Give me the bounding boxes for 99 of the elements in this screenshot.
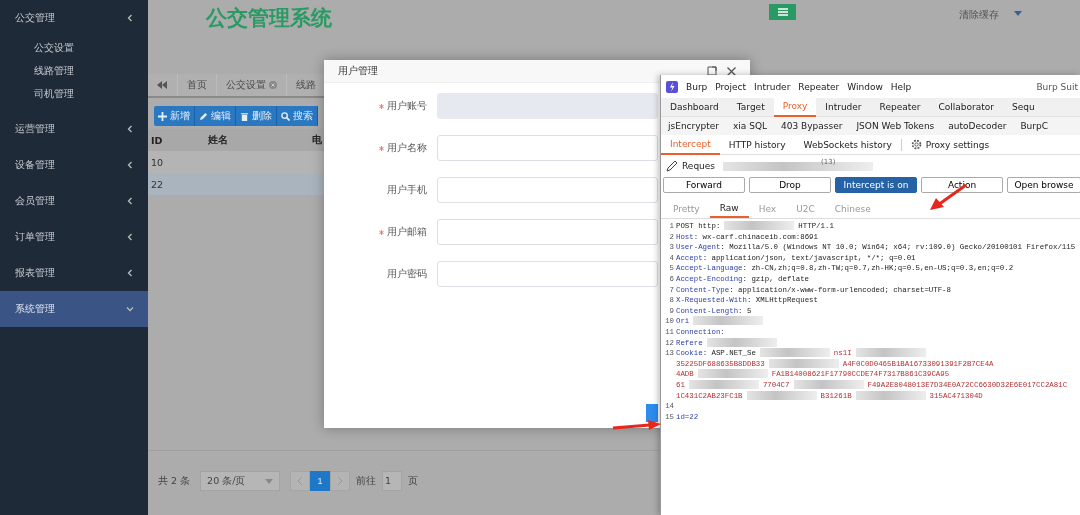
proxy-settings-button[interactable]: Proxy settings xyxy=(901,135,999,154)
extension-tab[interactable]: 403 Bypasser xyxy=(774,117,850,135)
window-title: Burp Suit xyxy=(1036,81,1078,92)
input-field[interactable] xyxy=(437,219,658,245)
caret-icon[interactable] xyxy=(1014,11,1022,16)
redacted-region xyxy=(855,348,926,358)
redacted-region xyxy=(759,348,830,358)
tool-tab[interactable]: Target xyxy=(727,98,774,116)
chevron-right-icon xyxy=(337,476,344,486)
extension-tab[interactable]: JSON Web Tokens xyxy=(849,117,942,135)
menu-item[interactable]: Help xyxy=(890,81,912,92)
redacted-region xyxy=(724,221,795,230)
dialog-title: 用户管理 xyxy=(338,64,379,78)
intercept-button[interactable]: Forward xyxy=(663,177,745,193)
intercept-button[interactable]: Drop xyxy=(749,177,831,193)
tool-tab[interactable]: Collaborator xyxy=(929,98,1003,116)
sub-tab[interactable]: Intercept xyxy=(661,134,720,155)
pencil-icon xyxy=(666,160,678,172)
sub-tab[interactable]: HTTP history xyxy=(719,135,795,154)
redacted-region xyxy=(746,390,817,400)
field-label: 用户名称 xyxy=(387,141,427,155)
maximize-icon[interactable] xyxy=(707,66,717,76)
field-label: 用户账号 xyxy=(387,99,427,113)
field-label: 用户邮箱 xyxy=(387,225,427,239)
lightning-icon xyxy=(666,80,678,93)
page-tab[interactable]: 首页 xyxy=(177,74,216,96)
goto-label: 前往 xyxy=(356,474,377,488)
app-title: 公交管理系统 xyxy=(206,5,332,32)
input-field[interactable] xyxy=(437,177,658,203)
redacted-region xyxy=(688,379,759,389)
input-field[interactable] xyxy=(437,261,658,287)
editor-tab[interactable]: Raw xyxy=(709,200,749,218)
page-size-select[interactable]: 20 条/页 xyxy=(200,471,281,491)
annotation-arrow xyxy=(612,420,662,432)
menu-item[interactable]: Intruder xyxy=(754,81,791,92)
extension-tab[interactable]: BurpC xyxy=(1013,117,1055,135)
tool-tab[interactable]: Proxy xyxy=(773,97,817,117)
page-tab[interactable]: 公交设置 xyxy=(216,74,286,96)
sidebar-item[interactable]: 设备管理 xyxy=(0,147,148,183)
extension-tab[interactable]: jsEncrypter xyxy=(661,117,727,135)
redacted-region xyxy=(697,369,768,379)
total-count: 共 2 条 xyxy=(158,474,191,488)
sidebar-item[interactable]: 系统管理 xyxy=(0,291,148,327)
next-page-button[interactable] xyxy=(330,471,351,491)
toolbar-button[interactable]: 搜索 xyxy=(277,106,318,126)
sidebar-subitem[interactable]: 公交设置 xyxy=(0,36,148,59)
extension-tab[interactable]: autoDecoder xyxy=(941,117,1014,135)
menu-item[interactable]: Window xyxy=(847,81,883,92)
field-label: 用户手机 xyxy=(387,183,427,197)
table-cell: 10 xyxy=(151,156,164,168)
column-header: 电 xyxy=(312,133,322,147)
redacted-region xyxy=(693,316,764,326)
tool-tab[interactable]: Repeater xyxy=(870,98,930,116)
redacted-region xyxy=(793,379,864,389)
page-number[interactable]: 1 xyxy=(310,471,331,491)
column-header: 姓名 xyxy=(208,133,229,147)
sub-tab[interactable]: WebSockets history xyxy=(794,135,901,154)
menu-item[interactable]: Repeater xyxy=(798,81,840,92)
tool-tab[interactable]: Intruder xyxy=(816,98,871,116)
redacted-region xyxy=(855,390,926,400)
toolbar-button[interactable]: 编辑 xyxy=(195,106,236,126)
previous-page-button[interactable] xyxy=(290,471,311,491)
table-cell: 22 xyxy=(151,178,164,190)
sidebar-item[interactable]: 公交管理 xyxy=(0,0,148,36)
redacted-region xyxy=(706,337,777,347)
sidebar-item[interactable]: 报表管理 xyxy=(0,255,148,291)
page-input[interactable]: 1 xyxy=(382,471,403,491)
tool-tab[interactable]: Dashboard xyxy=(661,98,728,116)
sidebar-subitem[interactable]: 线路管理 xyxy=(0,59,148,82)
trash-icon xyxy=(240,111,249,121)
settings-icon xyxy=(910,139,922,150)
sidebar-item[interactable]: 订单管理 xyxy=(0,219,148,255)
page-suffix: 页 xyxy=(408,474,419,488)
column-header: ID xyxy=(151,134,164,146)
input-field[interactable] xyxy=(437,135,658,161)
chevron-left-icon xyxy=(297,476,304,486)
sidebar-item[interactable]: 会员管理 xyxy=(0,183,148,219)
redacted-region xyxy=(768,358,839,368)
intercept-button[interactable]: Intercept is on xyxy=(835,177,917,193)
toolbar-button[interactable]: 新增 xyxy=(154,106,195,126)
menu-item[interactable]: Project xyxy=(715,81,747,92)
submit-button[interactable] xyxy=(646,404,658,422)
field-label: 用户密码 xyxy=(387,267,427,281)
menu-item[interactable]: Burp xyxy=(686,81,708,92)
rewind-icon[interactable] xyxy=(157,81,167,89)
menu-button[interactable] xyxy=(769,4,796,20)
plus-icon xyxy=(158,111,167,121)
intercept-button[interactable]: Open browse xyxy=(1007,177,1080,193)
search-icon xyxy=(281,111,290,121)
pencil-icon xyxy=(199,111,208,121)
request-label: Reques xyxy=(682,161,716,171)
tool-tab[interactable]: Sequ xyxy=(1003,98,1044,116)
close-icon[interactable] xyxy=(727,66,736,76)
caret-icon xyxy=(265,478,274,484)
extension-tab[interactable]: xia SQL xyxy=(726,117,775,135)
toolbar-button[interactable]: 删除 xyxy=(236,106,277,126)
menu-icon xyxy=(777,8,788,16)
sidebar-subitem[interactable]: 司机管理 xyxy=(0,82,148,105)
sidebar-item[interactable]: 运营管理 xyxy=(0,111,148,147)
